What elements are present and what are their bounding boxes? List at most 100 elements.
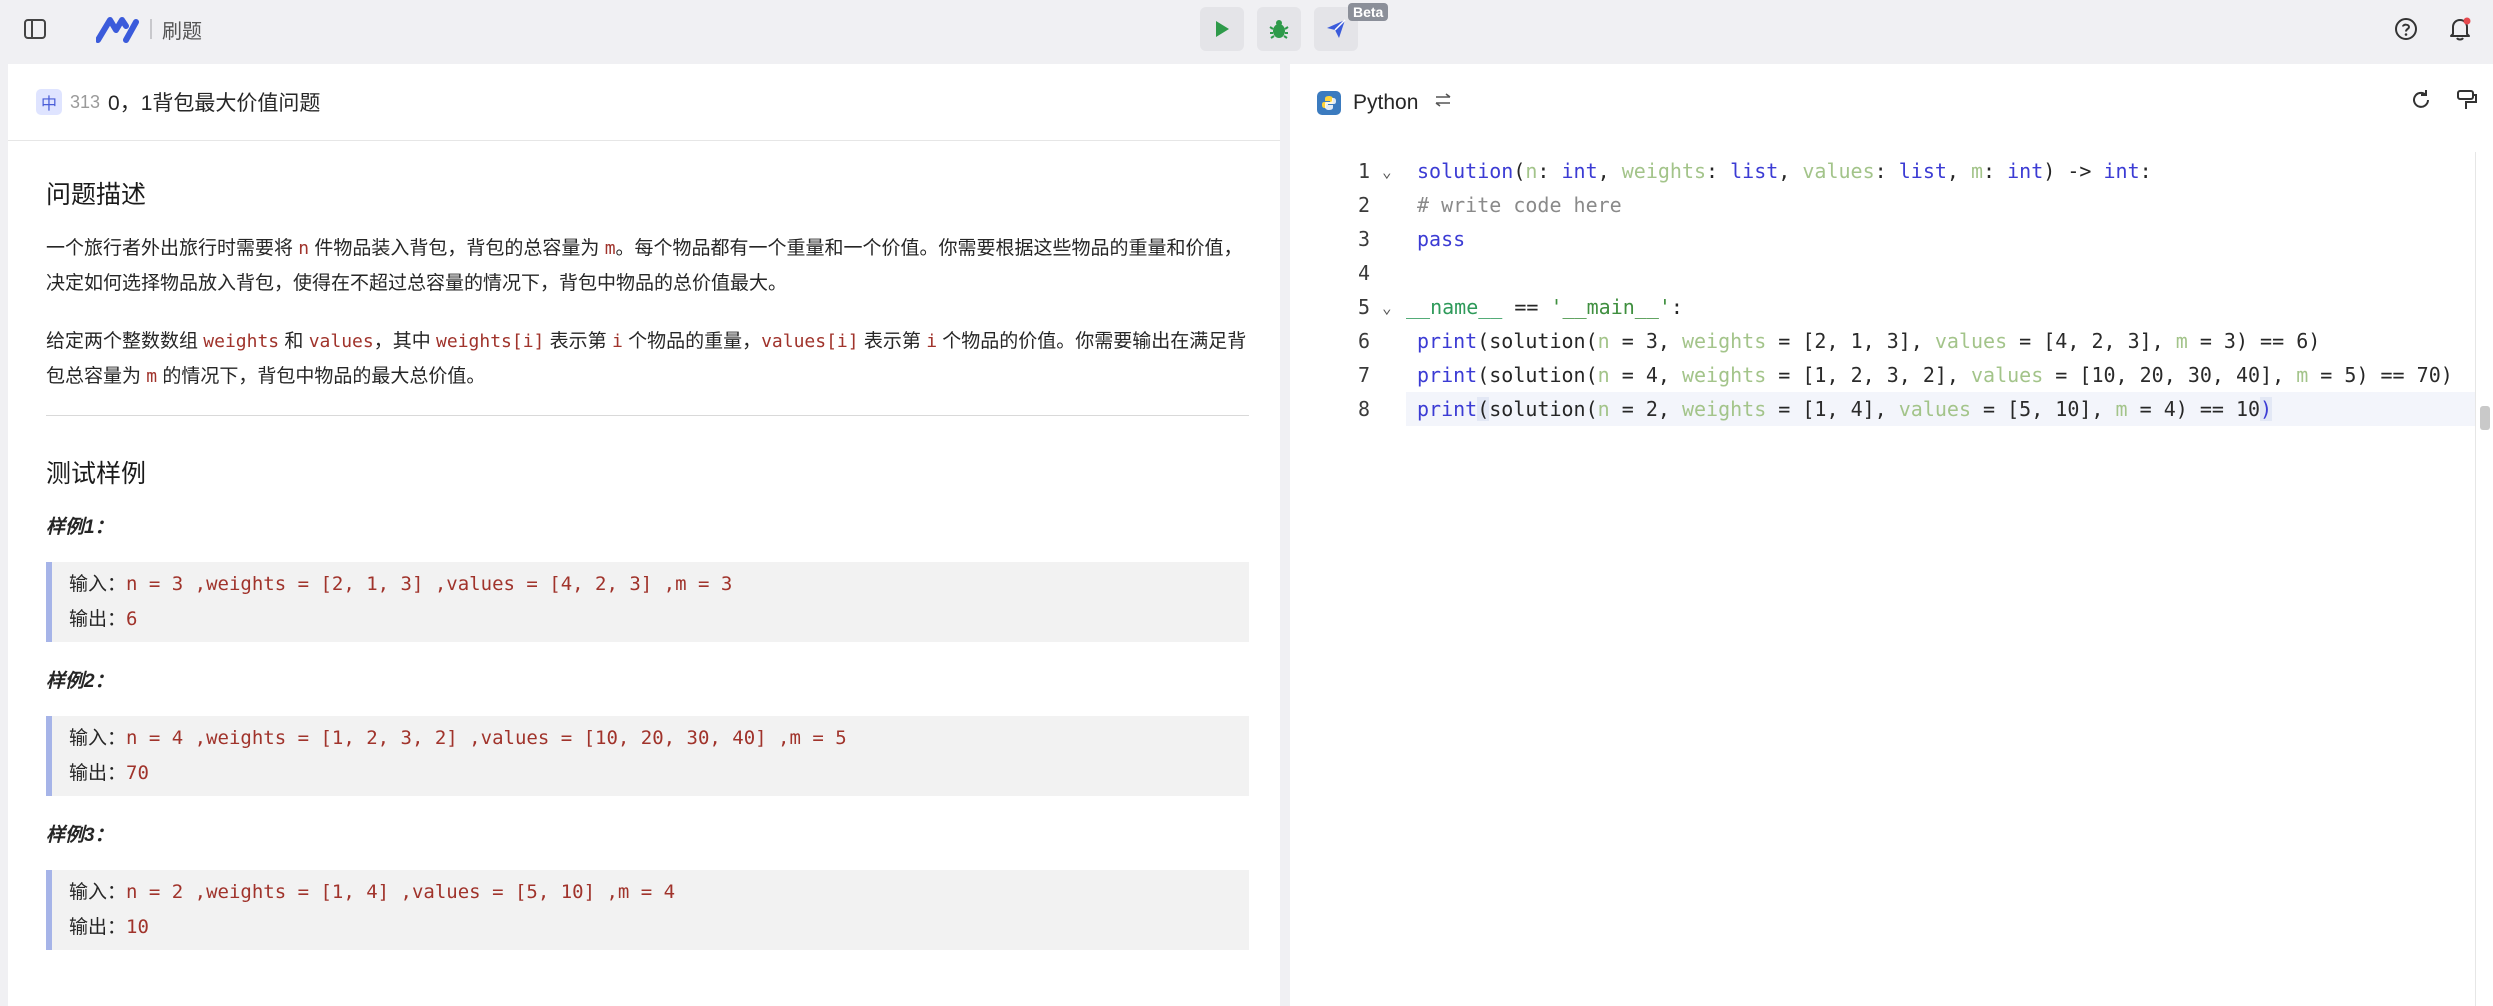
inline-code: m: [146, 366, 158, 387]
section-divider: [46, 415, 1249, 416]
difficulty-badge: 中: [36, 89, 62, 115]
examples-heading: 测试样例: [46, 460, 147, 488]
example-output: 输出：6: [69, 602, 1249, 637]
code-line[interactable]: 2 # write code here: [1290, 188, 2475, 222]
code-text: solution(n: int, weights: list, values: …: [1417, 159, 2152, 183]
output-label: 输出：: [69, 609, 127, 630]
example-1: 样例1： 输入：n = 3 ,weights = [2, 1, 3] ,valu…: [46, 512, 1249, 642]
question-number: 313: [70, 91, 101, 112]
inline-code: values[i]: [761, 331, 859, 352]
code-line[interactable]: 7 print(solution(n = 4, weights = [1, 2,…: [1290, 358, 2475, 392]
run-controls: Beta: [1200, 3, 1389, 51]
problem-panel: 中 313 0，1背包最大价值问题 问题描述 一个旅行者外出旅行时需要将 n 件…: [8, 64, 1280, 1006]
code-line[interactable]: 3 pass: [1290, 222, 2475, 256]
debug-button[interactable]: [1257, 7, 1301, 51]
inline-code: weights[i]: [436, 331, 545, 352]
switch-language-icon[interactable]: [1434, 93, 1452, 112]
code-line[interactable]: 6 print(solution(n = 3, weights = [2, 1,…: [1290, 324, 2475, 358]
editor-header: Python: [1290, 64, 2493, 141]
example-box: 输入：n = 3 ,weights = [2, 1, 3] ,values = …: [46, 562, 1249, 642]
inline-code: i: [926, 331, 938, 352]
code-text: print(solution(n = 4, weights = [1, 2, 3…: [1417, 363, 2453, 387]
language-select[interactable]: Python: [1353, 91, 1418, 115]
question-title: 0，1背包最大价值问题: [108, 92, 321, 115]
submit-button[interactable]: Beta: [1314, 3, 1389, 51]
text: 一个旅行者外出旅行时需要将: [46, 238, 299, 259]
line-number: 5: [1357, 295, 1370, 319]
text: 表示第: [544, 331, 612, 352]
code-text: __name__ == '__main__':: [1406, 295, 1683, 319]
example-input: 输入：n = 3 ,weights = [2, 1, 3] ,values = …: [69, 567, 1249, 602]
text: 个物品的重量，: [622, 331, 762, 352]
editor-scrollbar[interactable]: [2475, 152, 2493, 1006]
input-value: n = 2 ,weights = [1, 4] ,values = [5, 10…: [126, 881, 676, 903]
example-label: 样例1：: [46, 517, 114, 538]
code-text: # write code here: [1417, 193, 1622, 217]
input-value: n = 3 ,weights = [2, 1, 3] ,values = [4,…: [126, 573, 733, 595]
example-label: 样例3：: [46, 825, 114, 846]
reset-code-icon[interactable]: [2409, 88, 2433, 117]
top-bar-left: 刷题: [20, 14, 202, 44]
line-number: 7: [1357, 363, 1370, 387]
example-input: 输入：n = 4 ,weights = [1, 2, 3, 2] ,values…: [69, 721, 1249, 756]
code-line[interactable]: 5 ⌄ __name__ == '__main__':: [1290, 290, 2475, 324]
logo[interactable]: [95, 14, 140, 44]
text: 件物品装入背包，背包的总容量为: [309, 238, 605, 259]
inline-code: m: [604, 238, 616, 259]
text: 给定两个整数数组: [46, 331, 204, 352]
python-icon: [1317, 90, 1341, 115]
line-number: 1: [1357, 159, 1370, 183]
code-line[interactable]: 4: [1290, 256, 2475, 290]
line-number: 2: [1357, 193, 1370, 217]
inline-code: weights: [203, 331, 280, 352]
input-label: 输入：: [69, 728, 127, 749]
panel-resizer[interactable]: [1280, 64, 1290, 1006]
sidebar-toggle-icon[interactable]: [20, 14, 50, 44]
code-text: print(solution(n = 3, weights = [2, 1, 3…: [1417, 329, 2321, 353]
bell-icon[interactable]: [2445, 14, 2475, 44]
editor-actions: [2409, 88, 2479, 117]
example-2: 样例2： 输入：n = 4 ,weights = [1, 2, 3, 2] ,v…: [46, 666, 1249, 796]
description-paragraph-2: 给定两个整数数组 weights 和 values，其中 weights[i] …: [46, 324, 1249, 394]
example-output: 输出：10: [69, 910, 1249, 945]
problem-body: 问题描述 一个旅行者外出旅行时需要将 n 件物品装入背包，背包的总容量为 m。每…: [8, 141, 1280, 950]
text: 的情况下，背包中物品的最大总价值。: [157, 366, 486, 387]
output-value: 6: [126, 608, 138, 630]
example-3: 样例3： 输入：n = 2 ,weights = [1, 4] ,values …: [46, 820, 1249, 950]
help-icon[interactable]: [2391, 14, 2421, 44]
format-code-icon[interactable]: [2455, 88, 2479, 117]
submit-icon: [1327, 19, 1346, 38]
example-box: 输入：n = 2 ,weights = [1, 4] ,values = [5,…: [46, 870, 1249, 950]
problem-header: 中 313 0，1背包最大价值问题: [8, 64, 1280, 141]
scrollbar-thumb[interactable]: [2480, 406, 2490, 430]
run-button[interactable]: [1200, 7, 1244, 51]
line-number: 6: [1357, 329, 1370, 353]
example-label: 样例2：: [46, 671, 114, 692]
code-text: pass: [1417, 227, 1466, 251]
text: 表示第: [858, 331, 927, 352]
output-label: 输出：: [69, 763, 127, 784]
code-line[interactable]: 1 ⌄ solution(n: int, weights: list, valu…: [1290, 154, 2475, 188]
output-value: 10: [126, 916, 149, 938]
description-heading: 问题描述: [46, 181, 147, 209]
run-icon: [1216, 21, 1229, 37]
output-value: 70: [126, 762, 149, 784]
text: ，其中: [373, 331, 437, 352]
line-number: 3: [1357, 227, 1370, 251]
input-label: 输入：: [69, 574, 127, 595]
input-label: 输入：: [69, 882, 127, 903]
editor-panel: Python 1 ⌄ solution(n: int, weights: lis…: [1290, 64, 2493, 1006]
code-line[interactable]: 8 print(solution(n = 2, weights = [1, 4]…: [1290, 392, 2475, 426]
line-number: 8: [1357, 397, 1370, 421]
inline-code: n: [298, 238, 310, 259]
line-number: 4: [1357, 261, 1370, 285]
top-bar: 刷题 Beta: [0, 0, 2493, 58]
debug-icon: [1269, 20, 1289, 39]
example-output: 输出：70: [69, 756, 1249, 791]
fold-chevron-icon[interactable]: ⌄: [1382, 162, 1392, 181]
code-editor[interactable]: 1 ⌄ solution(n: int, weights: list, valu…: [1290, 152, 2475, 1006]
fold-chevron-icon[interactable]: ⌄: [1382, 298, 1392, 317]
output-label: 输出：: [69, 917, 127, 938]
inline-code: values: [308, 331, 374, 352]
beta-badge: Beta: [1348, 3, 1389, 21]
